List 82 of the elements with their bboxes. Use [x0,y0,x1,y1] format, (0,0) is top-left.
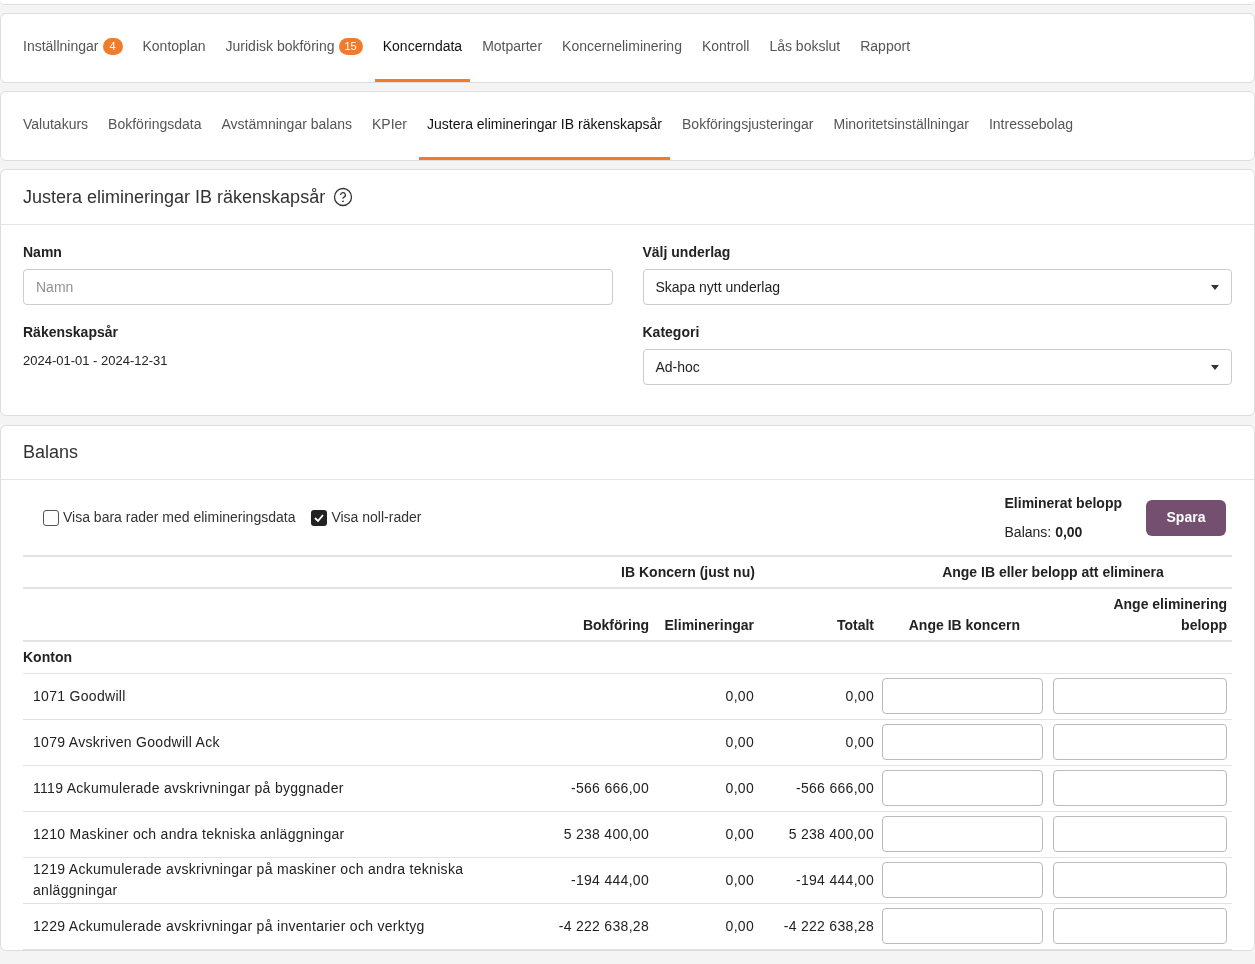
section-label: Konton [23,648,72,665]
category-dropdown[interactable]: Ad-hoc [642,349,1232,385]
nav-tab[interactable]: Justera elimineringar IB räkenskapsår [419,92,670,160]
nav-tab[interactable]: Minoritetsinställningar [833,92,969,160]
amount-input-field[interactable] [882,862,1043,898]
column-header: Ange IB koncern [908,617,1020,633]
amount-input-field[interactable] [1053,678,1227,714]
section-title: Justera elimineringar IB räkenskapsår [23,185,326,209]
checkbox[interactable] [311,509,328,526]
nav-tab[interactable]: KPIer [372,92,407,160]
nav-tab[interactable]: Avstämningar balans [221,92,352,160]
amount-input-field[interactable] [882,816,1043,852]
nav-tab[interactable]: Intressebolag [988,92,1073,160]
column-group-header: Ange IB eller belopp att eliminera [942,563,1164,580]
amount-input-field[interactable] [1053,770,1227,806]
name-field[interactable]: Namn [23,269,613,305]
nav-tab[interactable]: Kontroll [701,14,750,82]
count-badge: 4 [102,38,123,55]
caret-icon [1211,364,1219,370]
nav-tab[interactable]: Koncerndata [374,14,471,82]
account-name: 1119 Ackumulerade avskrivningar på byggnader [33,779,344,796]
amount-input-field[interactable] [1053,908,1227,944]
amount: 0,00 [725,779,754,796]
column-header: Elimineringar [664,617,754,633]
check-icon [314,513,325,522]
account-name: 1079 Avskriven Goodwill Ack [33,733,220,750]
basis-dropdown[interactable]: Skapa nytt underlag [642,269,1232,305]
field-label: Räkenskapsår [23,323,119,342]
nav-tab[interactable]: Bokföringsdata [108,92,202,160]
amount: -194 444,00 [570,871,649,888]
amount-input-field[interactable] [882,770,1043,806]
amount: -4 222 638,28 [783,917,874,934]
amount-input-field[interactable] [1053,724,1227,760]
checkbox-label: Visa bara rader med elimineringsdata [63,508,296,527]
amount: -4 222 638,28 [558,917,649,934]
column-header: Bokföring [582,617,649,633]
nav-tab[interactable]: Koncerneliminering [562,14,682,82]
amount: -566 666,00 [795,779,874,796]
balance-text: Balans: 0,00 [1004,522,1084,542]
account-name: 1210 Maskiner och andra tekniska anläggningar [33,825,345,842]
nav-tab[interactable]: Lås bokslut [769,14,841,82]
amount-input-field[interactable] [882,908,1043,944]
field-label: Kategori [642,323,701,342]
nav-tab[interactable]: Motparter [482,14,543,82]
count-badge: 15 [338,38,363,55]
account-name: 1229 Ackumulerade avskrivningar på inventarier och verktyg [33,917,425,934]
checkbox[interactable] [43,509,59,526]
checkbox-label: Visa noll-rader [331,508,422,527]
amount: 0,00 [725,917,754,934]
section-title: Balans [23,441,79,464]
account-name: 1071 Goodwill [33,687,126,704]
amount: 0,00 [725,871,754,888]
nav-tab[interactable]: Bokföringsjusteringar [682,92,814,160]
help-icon[interactable] [333,187,354,207]
amount: -194 444,00 [795,871,874,888]
column-header: Totalt [836,617,874,633]
column-group-header: IB Koncern (just nu) [621,563,755,580]
amount: 0,00 [725,687,754,704]
nav-tab[interactable]: Kontoplan [142,14,206,82]
amount: 5 238 400,00 [788,825,874,842]
amount-input-field[interactable] [1053,816,1227,852]
amount-input-field[interactable] [882,724,1043,760]
save-button[interactable]: Spara [1146,499,1226,536]
amount: 0,00 [845,733,874,750]
nav-tab[interactable]: Rapport [860,14,911,82]
amount-input-field[interactable] [1053,862,1227,898]
amount-input-field[interactable] [882,678,1043,714]
account-name: 1219 Ackumulerade avskrivningar på maskiner och andra tekniska anläggningar [33,861,464,898]
amount: 0,00 [725,733,754,750]
eliminated-amount-label: Eliminerat belopp [1004,493,1122,513]
amount: 0,00 [845,687,874,704]
amount: 0,00 [725,825,754,842]
nav-tab[interactable]: Inställningar 4 [23,14,123,82]
field-label: Välj underlag [642,243,732,262]
amount: -566 666,00 [570,779,649,796]
field-label: Namn [23,243,63,262]
amount: 5 238 400,00 [563,825,649,842]
caret-icon [1211,284,1219,290]
year-value: 2024-01-01 - 2024-12-31 [23,352,169,370]
nav-tab[interactable]: Juridisk bokföring 15 [225,14,363,82]
column-header: Ange eliminering belopp [1112,595,1227,635]
nav-tab[interactable]: Valutakurs [23,92,89,160]
